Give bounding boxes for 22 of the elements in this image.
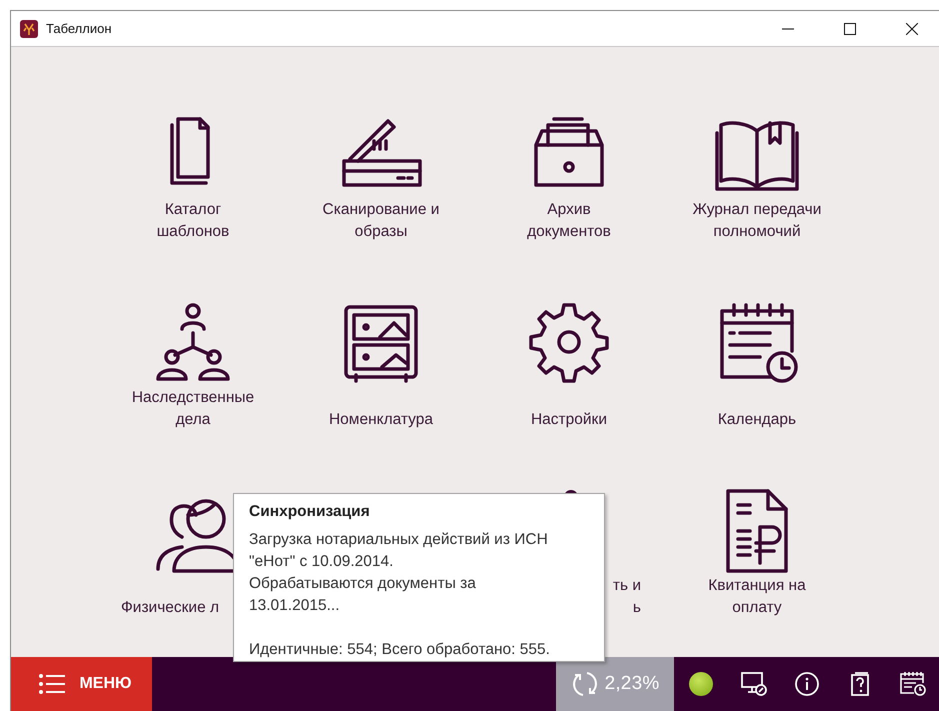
- maximize-icon: [844, 22, 856, 34]
- app-logo-icon: [20, 20, 38, 38]
- tile-label[interactable]: Номенклатура: [328, 409, 434, 431]
- menu-icon: [39, 674, 66, 694]
- tooltip-text: Загрузка нотариальных действий из ИСН "еНот" с 10.09.2014. Обрабатываются документы за 13.01.2015...: [249, 530, 549, 616]
- window-title: Табеллион: [46, 21, 113, 36]
- tile-label[interactable]: ть и ь: [612, 575, 641, 619]
- refresh-icon: [570, 670, 599, 698]
- close-icon: [906, 22, 918, 34]
- tile-label[interactable]: Архив документов: [527, 199, 611, 243]
- tile-label[interactable]: Каталог шаблонов: [156, 199, 230, 243]
- tile-label[interactable]: Наследственные дела: [132, 387, 254, 431]
- tile-label[interactable]: Настройки: [530, 409, 607, 431]
- tile-label[interactable]: Физические л: [121, 597, 220, 619]
- tile-label[interactable]: Календарь: [718, 409, 796, 431]
- tile-label[interactable]: Журнал передачи полномочий: [692, 199, 822, 243]
- tile-label[interactable]: Квитанция на оплату: [708, 575, 806, 619]
- sync-percent-text: 2,23%: [604, 673, 660, 695]
- menu-button[interactable]: МЕНЮ: [11, 657, 152, 711]
- tooltip-summary: Идентичные: 554; Всего обработано: 555.: [249, 640, 551, 660]
- tile-label[interactable]: Сканирование и образы: [322, 199, 440, 243]
- tooltip-title: Синхронизация: [249, 503, 371, 521]
